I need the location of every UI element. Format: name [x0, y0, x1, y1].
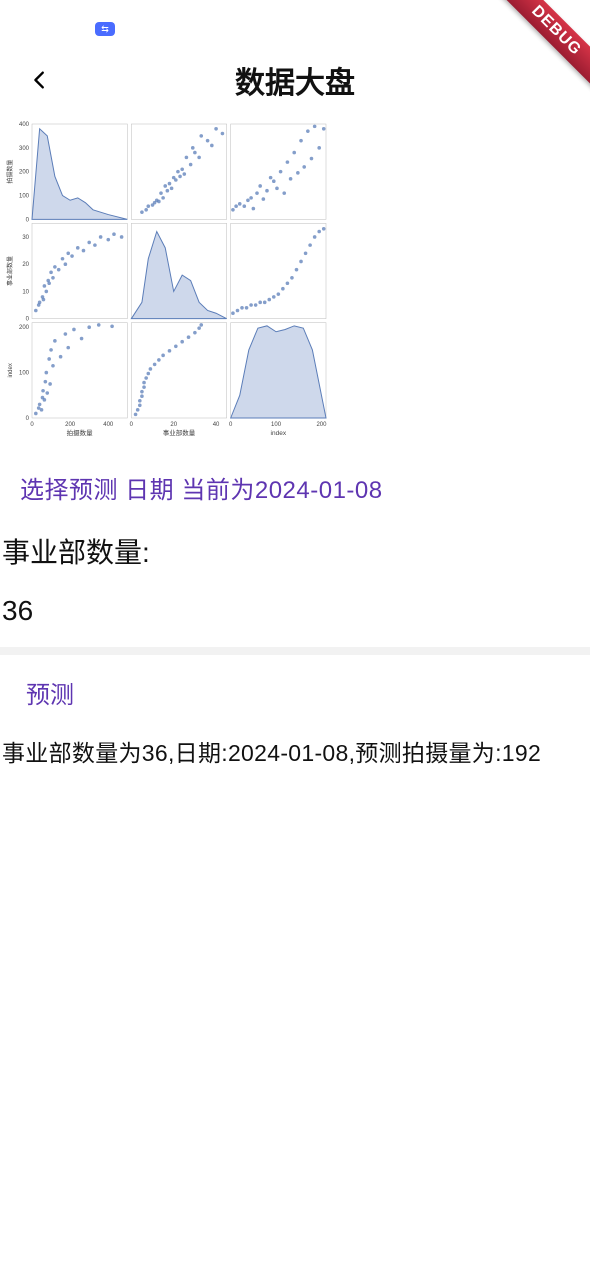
svg-text:0: 0: [30, 422, 34, 428]
svg-text:400: 400: [19, 122, 30, 128]
usb-debug-icon: [95, 22, 115, 36]
svg-text:10: 10: [22, 289, 29, 295]
svg-text:100: 100: [19, 371, 30, 377]
svg-text:40: 40: [213, 422, 220, 428]
pairplot-chart: 0100200300400拍摄数量0102030事业部数量0100200inde…: [0, 118, 330, 448]
svg-text:200: 200: [316, 422, 327, 428]
svg-text:拍摄数量: 拍摄数量: [6, 160, 14, 184]
predict-button[interactable]: 预测: [26, 675, 590, 710]
svg-text:200: 200: [65, 422, 76, 428]
business-unit-value[interactable]: 36: [2, 595, 590, 627]
business-unit-label: 事业部数量:: [2, 531, 590, 571]
svg-text:事业部数量: 事业部数量: [163, 428, 196, 437]
svg-text:0: 0: [229, 422, 233, 428]
back-button[interactable]: [20, 60, 60, 100]
status-bar: [0, 0, 590, 44]
svg-text:拍摄数量: 拍摄数量: [67, 428, 94, 437]
svg-text:20: 20: [22, 262, 29, 268]
svg-text:100: 100: [19, 194, 30, 200]
date-picker-button[interactable]: 选择预测 日期 当前为2024-01-08: [20, 470, 590, 505]
svg-text:index: index: [8, 363, 14, 377]
svg-text:400: 400: [103, 422, 114, 428]
svg-text:事业部数量: 事业部数量: [6, 256, 14, 286]
svg-text:0: 0: [26, 317, 30, 323]
svg-text:0: 0: [130, 422, 134, 428]
svg-text:200: 200: [19, 325, 30, 331]
page-title: 数据大盘: [0, 58, 590, 102]
app-bar: 数据大盘: [0, 44, 590, 116]
svg-text:0: 0: [26, 416, 30, 422]
svg-text:200: 200: [19, 170, 30, 176]
chevron-left-icon: [29, 69, 51, 91]
svg-text:0: 0: [26, 217, 30, 223]
svg-text:30: 30: [22, 235, 29, 241]
divider: [0, 647, 590, 655]
predict-result: 事业部数量为36,日期:2024-01-08,预测拍摄量为:192: [2, 734, 590, 768]
svg-text:100: 100: [271, 422, 282, 428]
svg-text:index: index: [271, 430, 287, 437]
svg-text:20: 20: [170, 422, 177, 428]
svg-text:300: 300: [19, 146, 30, 152]
date-picker-value: 2024-01-08: [255, 477, 383, 504]
date-picker-label: 选择预测 日期 当前为: [20, 477, 255, 504]
